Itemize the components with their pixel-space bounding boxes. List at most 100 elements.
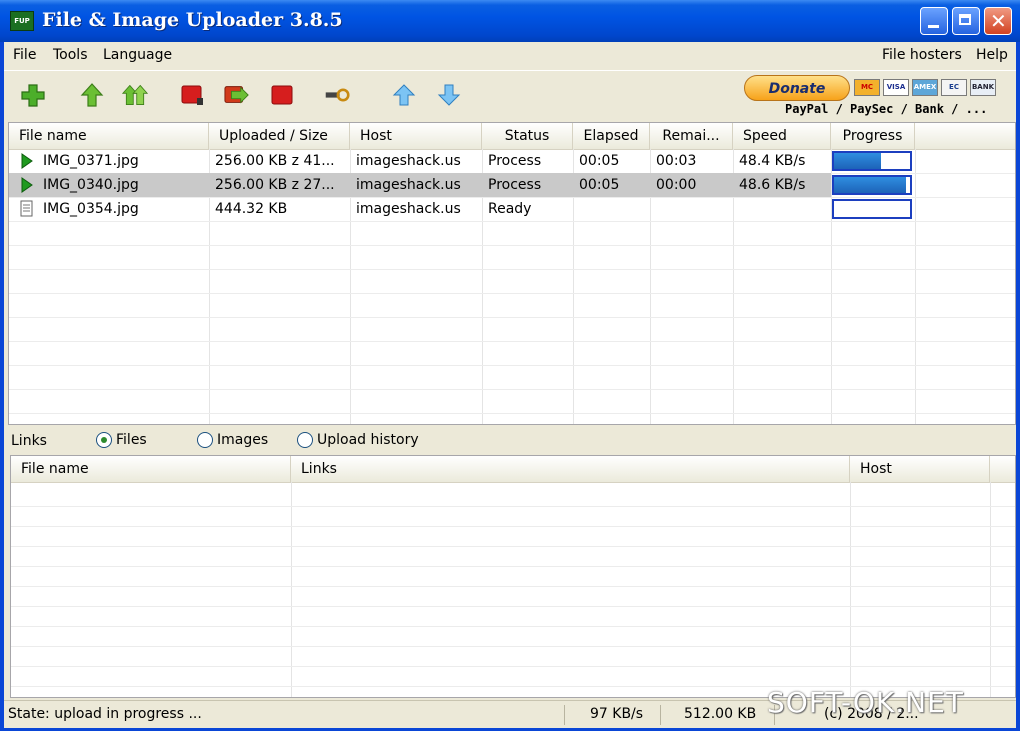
- toolbar: Donate MC VISA AMEX EC BANK PayPal / Pay…: [4, 70, 1016, 121]
- key-settings-icon[interactable]: [324, 83, 350, 107]
- watermark-text: SOFT-OK.NET: [767, 686, 964, 719]
- radio-images[interactable]: [197, 432, 213, 448]
- app-window: FUP File & Image Uploader 3.8.5 ✕ File T…: [0, 0, 1020, 731]
- links-col-links[interactable]: Links: [291, 456, 850, 482]
- file-icon: [20, 200, 33, 217]
- col-host[interactable]: Host: [350, 123, 482, 149]
- cell-elapsed: 00:05: [579, 153, 620, 169]
- visa-icon: VISA: [883, 79, 909, 96]
- cell-host: imageshack.us: [356, 201, 461, 217]
- row-divider: [11, 566, 1015, 567]
- menu-tools[interactable]: Tools: [53, 47, 88, 63]
- upload-all-icon[interactable]: [122, 83, 148, 107]
- stop-selected-icon[interactable]: [180, 83, 206, 107]
- cell-uploaded-size: 256.00 KB z 41...: [215, 153, 335, 169]
- row-divider: [11, 666, 1015, 667]
- mastercard-icon: MC: [854, 79, 880, 96]
- col-elapsed[interactable]: Elapsed: [573, 123, 650, 149]
- row-divider: [11, 586, 1015, 587]
- bank-icon: BANK: [970, 79, 996, 96]
- column-divider: [915, 149, 916, 424]
- cell-status: Process: [488, 177, 542, 193]
- cell-elapsed: [579, 197, 649, 221]
- links-table-header: File name Links Host: [11, 456, 1015, 483]
- col-file-name[interactable]: File name: [9, 123, 209, 149]
- row-divider: [9, 317, 1015, 318]
- donate-button[interactable]: Donate: [744, 75, 850, 101]
- cell-uploaded-size: 444.32 KB: [215, 201, 288, 217]
- amex-icon: AMEX: [912, 79, 938, 96]
- progress-bar: [832, 151, 912, 171]
- col-speed[interactable]: Speed: [733, 123, 831, 149]
- cell-speed: 48.6 KB/s: [739, 177, 806, 193]
- status-divider: [564, 705, 565, 725]
- move-icon[interactable]: [224, 83, 250, 107]
- row-divider: [11, 646, 1015, 647]
- col-remaining[interactable]: Remai...: [650, 123, 733, 149]
- links-col-host[interactable]: Host: [850, 456, 990, 482]
- stop-all-icon[interactable]: [270, 83, 296, 107]
- row-divider: [11, 526, 1015, 527]
- radio-upload-history-label[interactable]: Upload history: [317, 432, 419, 448]
- progress-fill: [834, 153, 882, 169]
- progress-fill: [834, 177, 907, 193]
- row-divider: [11, 626, 1015, 627]
- links-table[interactable]: File name Links Host: [10, 455, 1016, 698]
- table-row[interactable]: IMG_0354.jpg 444.32 KB imageshack.us Ready: [9, 197, 1015, 221]
- col-status[interactable]: Status: [482, 123, 573, 149]
- app-logo-icon: FUP: [10, 11, 34, 31]
- cell-file-name: IMG_0340.jpg: [43, 177, 139, 193]
- radio-files-label[interactable]: Files: [116, 432, 147, 448]
- menu-help[interactable]: Help: [976, 47, 1008, 63]
- maximize-button[interactable]: [952, 7, 980, 35]
- paysec-icon: EC: [941, 79, 967, 96]
- menu-file-hosters[interactable]: File hosters: [882, 47, 962, 63]
- col-progress[interactable]: Progress: [831, 123, 915, 149]
- upload-table-header: File name Uploaded / Size Host Status El…: [9, 123, 1015, 150]
- cell-file-name: IMG_0354.jpg: [43, 201, 139, 217]
- links-label: Links: [11, 433, 47, 449]
- upload-queue-table[interactable]: File name Uploaded / Size Host Status El…: [8, 122, 1016, 425]
- window-title: File & Image Uploader 3.8.5: [42, 9, 343, 31]
- radio-upload-history[interactable]: [297, 432, 313, 448]
- minimize-icon: [928, 25, 939, 28]
- links-col-file-name[interactable]: File name: [11, 456, 291, 482]
- radio-files[interactable]: [96, 432, 112, 448]
- close-icon: ✕: [990, 9, 1007, 33]
- cell-remaining: 00:03: [656, 153, 697, 169]
- links-bar: Links Files Images Upload history: [4, 428, 1016, 454]
- menu-file[interactable]: File: [13, 47, 36, 63]
- col-uploaded-size[interactable]: Uploaded / Size: [209, 123, 350, 149]
- row-divider: [9, 413, 1015, 414]
- upload-icon[interactable]: [79, 83, 105, 107]
- add-files-icon[interactable]: [20, 83, 46, 107]
- row-divider: [11, 506, 1015, 507]
- row-divider: [9, 221, 1015, 222]
- cell-speed: 48.4 KB/s: [739, 153, 806, 169]
- move-down-icon[interactable]: [436, 83, 462, 107]
- move-up-icon[interactable]: [391, 83, 417, 107]
- table-row[interactable]: IMG_0340.jpg 256.00 KB z 27... imageshack.…: [9, 173, 912, 197]
- row-divider: [11, 546, 1015, 547]
- status-speed: 97 KB/s: [590, 706, 644, 722]
- play-icon: [21, 153, 33, 169]
- cell-host: imageshack.us: [356, 177, 461, 193]
- table-row[interactable]: IMG_0371.jpg 256.00 KB z 41... imageshack.…: [9, 149, 1015, 173]
- progress-bar: [832, 199, 912, 219]
- play-icon: [21, 177, 33, 193]
- maximize-icon: [959, 14, 971, 25]
- title-bar[interactable]: FUP File & Image Uploader 3.8.5 ✕: [0, 0, 1020, 42]
- cell-speed: [739, 197, 829, 221]
- cell-host: imageshack.us: [356, 153, 461, 169]
- cell-elapsed: 00:05: [579, 177, 620, 193]
- status-size: 512.00 KB: [684, 706, 757, 722]
- cell-remaining: [656, 197, 732, 221]
- cell-status: Ready: [488, 201, 532, 217]
- row-divider: [9, 293, 1015, 294]
- menu-bar: File Tools Language File hosters Help: [4, 42, 1016, 70]
- close-button[interactable]: ✕: [984, 7, 1012, 35]
- cell-file-name: IMG_0371.jpg: [43, 153, 139, 169]
- radio-images-label[interactable]: Images: [217, 432, 268, 448]
- menu-language[interactable]: Language: [103, 47, 172, 63]
- minimize-button[interactable]: [920, 7, 948, 35]
